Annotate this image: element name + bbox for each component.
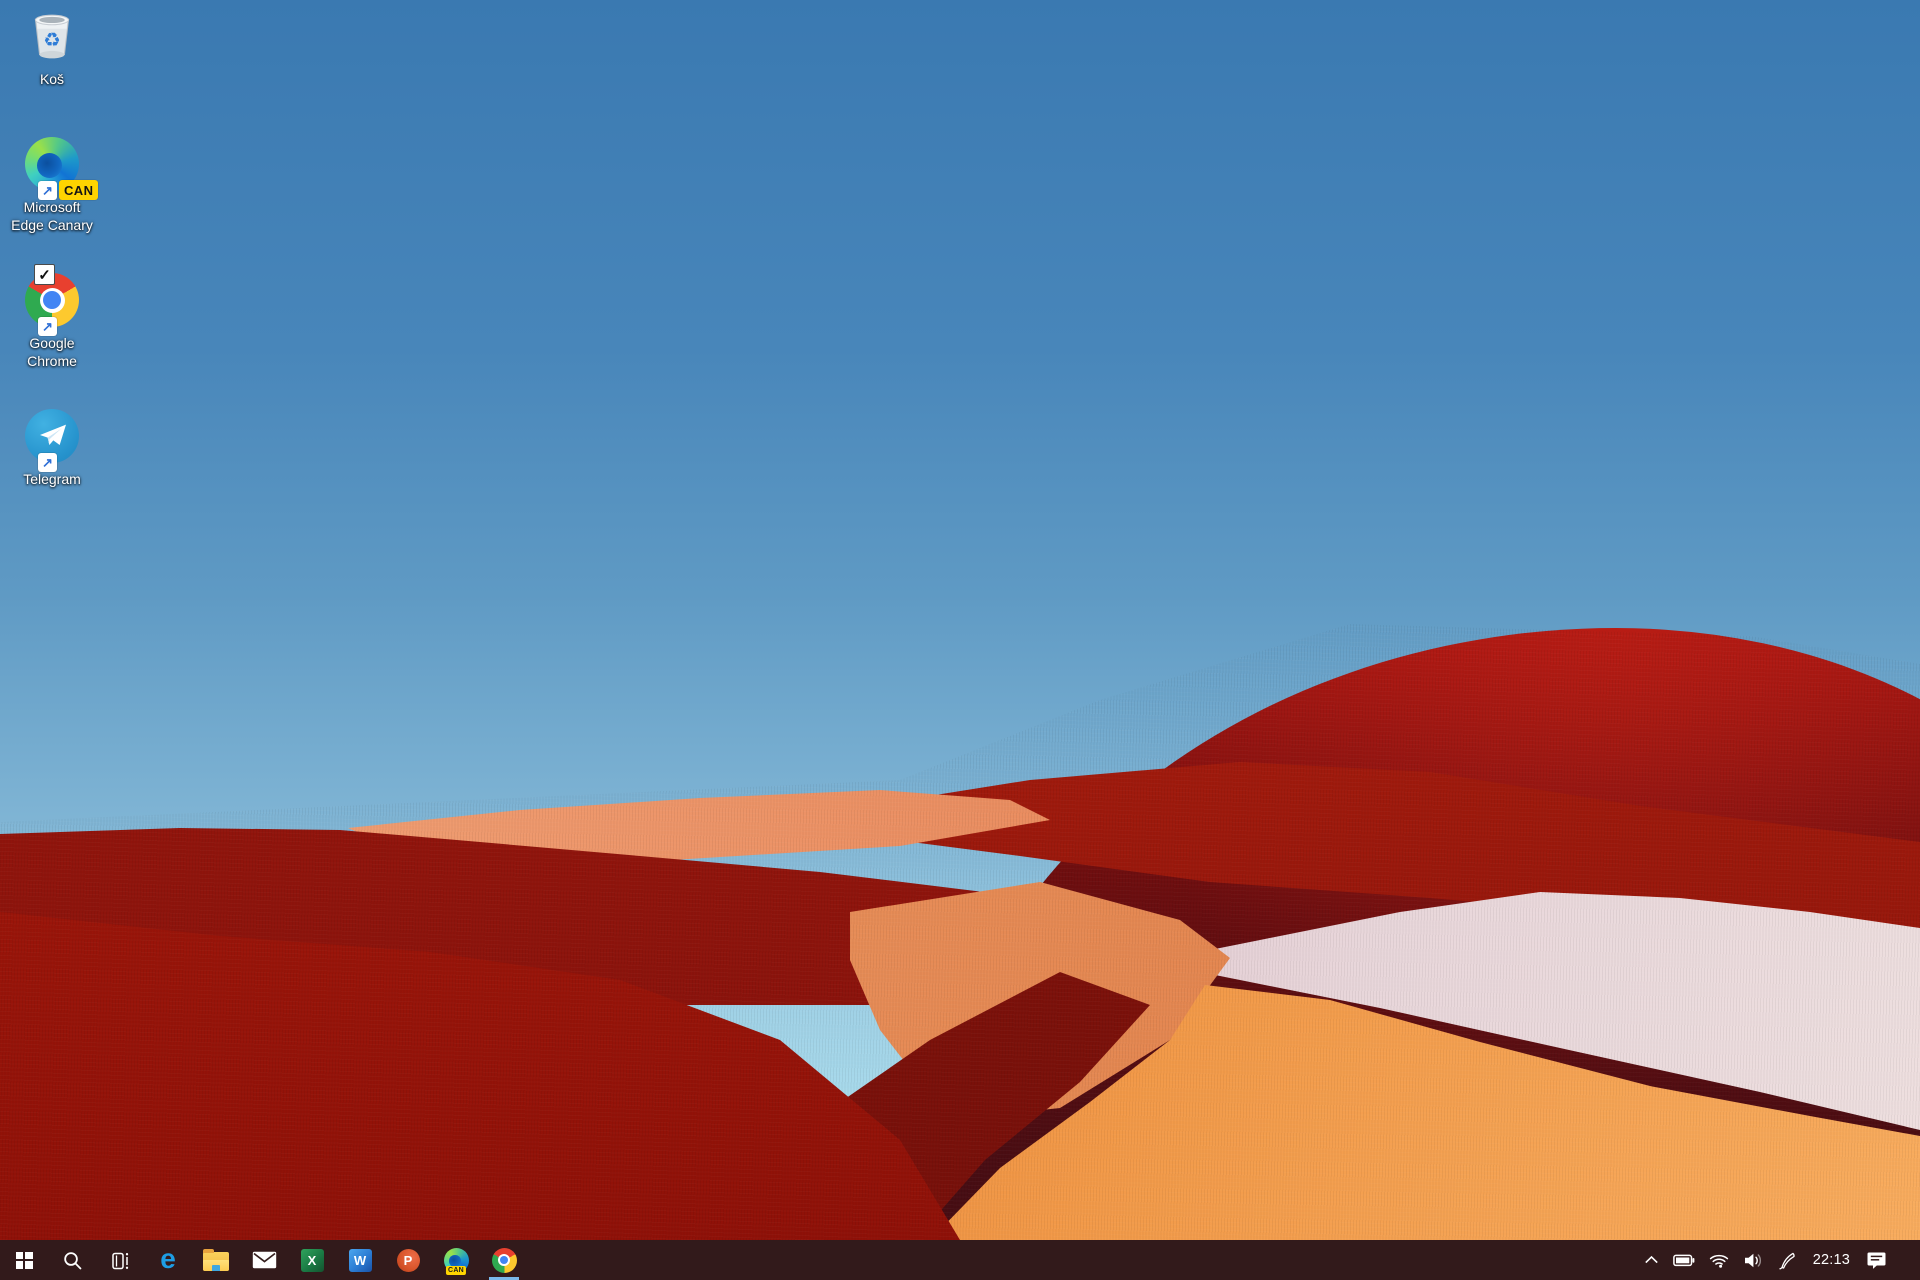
taskbar-edge-canary-button[interactable]: CAN bbox=[432, 1240, 480, 1280]
edge-swirl-center bbox=[37, 153, 62, 178]
taskbar: e X W P CAN bbox=[0, 1240, 1920, 1280]
chrome-icon bbox=[492, 1248, 517, 1273]
shortcut-arrow-icon: ↗ bbox=[38, 317, 57, 336]
recycle-bin-icon: ♻ bbox=[20, 4, 84, 68]
search-button[interactable] bbox=[48, 1240, 96, 1280]
desktop-icon-label: Google Chrome bbox=[27, 334, 77, 370]
action-center-button[interactable] bbox=[1859, 1240, 1894, 1280]
mail-envelope-icon bbox=[252, 1251, 277, 1269]
task-view-button[interactable] bbox=[96, 1240, 144, 1280]
taskbar-clock[interactable]: 22:13 bbox=[1804, 1240, 1859, 1280]
task-view-icon bbox=[109, 1249, 132, 1272]
desktop-icon-label: Telegram bbox=[23, 470, 81, 488]
edge-canary-icon: ↗ CAN bbox=[20, 132, 84, 196]
wifi-icon bbox=[1709, 1253, 1729, 1268]
taskbar-excel-button[interactable]: X bbox=[288, 1240, 336, 1280]
windows-desktop: ♻ Koš ↗ CAN Microsoft Edge Canary ✓ ↗ bbox=[0, 0, 1920, 1280]
edge-canary-icon: CAN bbox=[444, 1248, 469, 1273]
telegram-icon: ↗ bbox=[20, 404, 84, 468]
system-tray: 22:13 bbox=[1637, 1240, 1920, 1280]
taskbar-mail-button[interactable] bbox=[240, 1240, 288, 1280]
battery-icon bbox=[1673, 1254, 1695, 1267]
shortcut-arrow-icon: ↗ bbox=[38, 453, 57, 472]
taskbar-file-explorer-button[interactable] bbox=[192, 1240, 240, 1280]
taskbar-edge-button[interactable]: e bbox=[144, 1240, 192, 1280]
wifi-status-button[interactable] bbox=[1702, 1240, 1736, 1280]
hidden-icons-chevron-button[interactable] bbox=[1637, 1240, 1666, 1280]
excel-icon: X bbox=[301, 1249, 324, 1272]
speaker-icon bbox=[1743, 1252, 1764, 1269]
desktop-icon-label: Koš bbox=[40, 70, 64, 88]
taskbar-chrome-button[interactable] bbox=[480, 1240, 528, 1280]
search-icon bbox=[62, 1250, 83, 1271]
selection-checkbox[interactable]: ✓ bbox=[34, 264, 55, 285]
desktop-icon-recycle-bin[interactable]: ♻ Koš bbox=[2, 4, 102, 88]
powerpoint-icon: P bbox=[397, 1249, 420, 1272]
chrome-icon: ✓ ↗ bbox=[20, 268, 84, 332]
canary-badge: CAN bbox=[59, 180, 98, 200]
shortcut-arrow-icon: ↗ bbox=[38, 181, 57, 200]
desktop-icon-label: Microsoft Edge Canary bbox=[11, 198, 93, 234]
paper-plane-icon bbox=[36, 422, 68, 450]
battery-status-button[interactable] bbox=[1666, 1240, 1702, 1280]
start-button[interactable] bbox=[0, 1240, 48, 1280]
chrome-center bbox=[43, 291, 61, 309]
volume-button[interactable] bbox=[1736, 1240, 1771, 1280]
edge-e-icon: e bbox=[160, 1245, 176, 1273]
windows-ink-pen-button[interactable] bbox=[1771, 1240, 1804, 1280]
recycle-symbol: ♻ bbox=[43, 29, 61, 51]
action-center-icon bbox=[1866, 1251, 1887, 1270]
file-explorer-folder-icon bbox=[203, 1252, 229, 1271]
word-icon: W bbox=[349, 1249, 372, 1272]
pen-icon bbox=[1778, 1251, 1797, 1270]
windows-logo-icon bbox=[16, 1252, 33, 1269]
taskbar-powerpoint-button[interactable]: P bbox=[384, 1240, 432, 1280]
chevron-up-icon bbox=[1644, 1255, 1659, 1265]
desktop-icon-edge-canary[interactable]: ↗ CAN Microsoft Edge Canary bbox=[2, 132, 102, 234]
canary-badge: CAN bbox=[446, 1266, 466, 1275]
wallpaper bbox=[0, 0, 1920, 1240]
desktop-icon-google-chrome[interactable]: ✓ ↗ Google Chrome bbox=[2, 268, 102, 370]
desktop-icon-telegram[interactable]: ↗ Telegram bbox=[2, 404, 102, 488]
taskbar-word-button[interactable]: W bbox=[336, 1240, 384, 1280]
